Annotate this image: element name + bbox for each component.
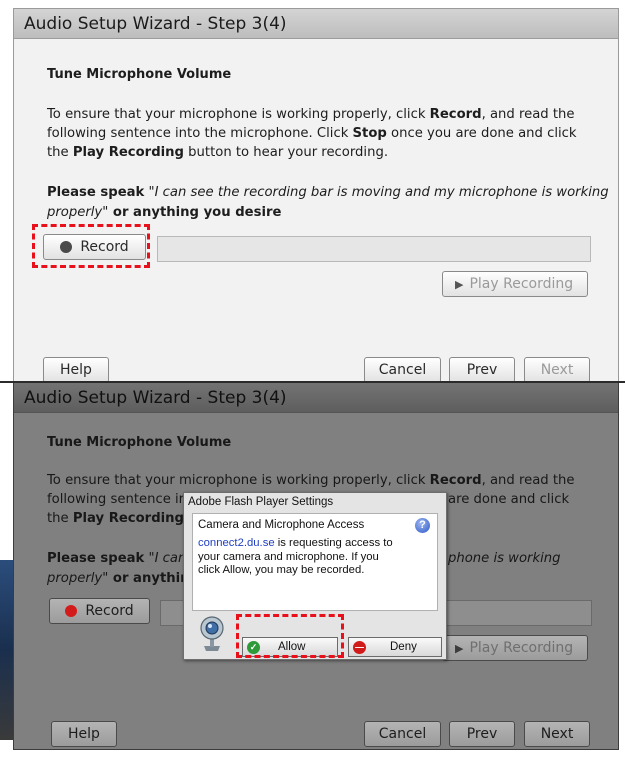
help-button[interactable]: Help	[51, 721, 117, 747]
speak-prompt-line-1-right: phone is working	[448, 551, 561, 566]
cancel-button[interactable]: Cancel	[364, 721, 441, 747]
instruction-line-2-left: following sentence ir	[47, 492, 185, 507]
speak-prompt-line-1-left: Please speak "I can :	[47, 551, 196, 566]
help-button[interactable]: Help	[43, 357, 109, 383]
help-button-label: Help	[60, 362, 92, 378]
window-title: Audio Setup Wizard - Step 3(4)	[14, 9, 618, 39]
question-mark-icon[interactable]: ?	[415, 518, 430, 533]
play-recording-button[interactable]: ▶ Play Recording	[442, 271, 588, 297]
recording-level-bar	[157, 236, 591, 262]
prev-button-label: Prev	[466, 362, 498, 378]
instruction-line-3: the Play Recording I	[47, 511, 192, 526]
help-button-label: Help	[68, 726, 100, 742]
record-button-label: Record	[85, 603, 134, 619]
flash-dialog-heading: Camera and Microphone Access	[198, 519, 365, 531]
flash-dialog-body: Camera and Microphone Access ? connect2.…	[192, 513, 438, 611]
instruction-line-3: the Play Recording button to hear your r…	[47, 145, 389, 160]
play-recording-label: Play Recording	[469, 276, 574, 292]
window-title: Audio Setup Wizard - Step 3(4)	[14, 383, 618, 413]
section-heading: Tune Microphone Volume	[47, 67, 232, 82]
instruction-line-2-right: are done and click	[448, 492, 570, 507]
speak-prompt-line-1: Please speak "I can see the recording ba…	[47, 185, 609, 200]
next-button-label: Next	[540, 362, 574, 378]
next-button[interactable]: Next	[524, 721, 590, 747]
flash-dialog-title: Adobe Flash Player Settings	[188, 496, 334, 508]
speak-prompt-line-2: properly" or anything you desire	[47, 205, 282, 220]
next-button[interactable]: Next	[524, 357, 590, 383]
prev-button[interactable]: Prev	[449, 721, 515, 747]
section-heading: Tune Microphone Volume	[47, 435, 232, 450]
deny-button[interactable]: — Deny	[348, 637, 442, 657]
deny-button-label: Deny	[390, 641, 417, 653]
prev-button-label: Prev	[466, 726, 498, 742]
record-highlight-box	[32, 224, 150, 268]
instruction-line-1: To ensure that your microphone is workin…	[47, 107, 575, 122]
no-entry-icon: —	[353, 640, 366, 654]
cancel-button-label: Cancel	[378, 362, 427, 378]
audio-wizard-panel-top: Audio Setup Wizard - Step 3(4) Tune Micr…	[13, 8, 619, 384]
panel-separator	[0, 381, 625, 383]
record-button[interactable]: Record	[49, 598, 150, 624]
prev-button[interactable]: Prev	[449, 357, 515, 383]
flash-dialog-message: connect2.du.se is requesting access to y…	[198, 537, 393, 576]
record-dot-icon	[65, 605, 78, 617]
background-window-edge	[0, 560, 13, 740]
allow-highlight-box	[236, 614, 344, 658]
instruction-line-1: To ensure that your microphone is workin…	[47, 473, 575, 488]
instruction-line-2: following sentence into the microphone. …	[47, 126, 577, 141]
webcam-icon	[200, 616, 224, 651]
next-button-label: Next	[540, 726, 574, 742]
speak-prompt-line-2: properly" or anything	[47, 571, 199, 586]
play-triangle-icon: ▶	[455, 641, 464, 655]
play-recording-button[interactable]: ▶ Play Recording	[442, 635, 588, 661]
play-triangle-icon: ▶	[455, 277, 464, 291]
play-recording-label: Play Recording	[469, 640, 574, 656]
cancel-button[interactable]: Cancel	[364, 357, 441, 383]
cancel-button-label: Cancel	[378, 726, 427, 742]
requesting-domain-link[interactable]: connect2.du.se	[198, 537, 275, 549]
